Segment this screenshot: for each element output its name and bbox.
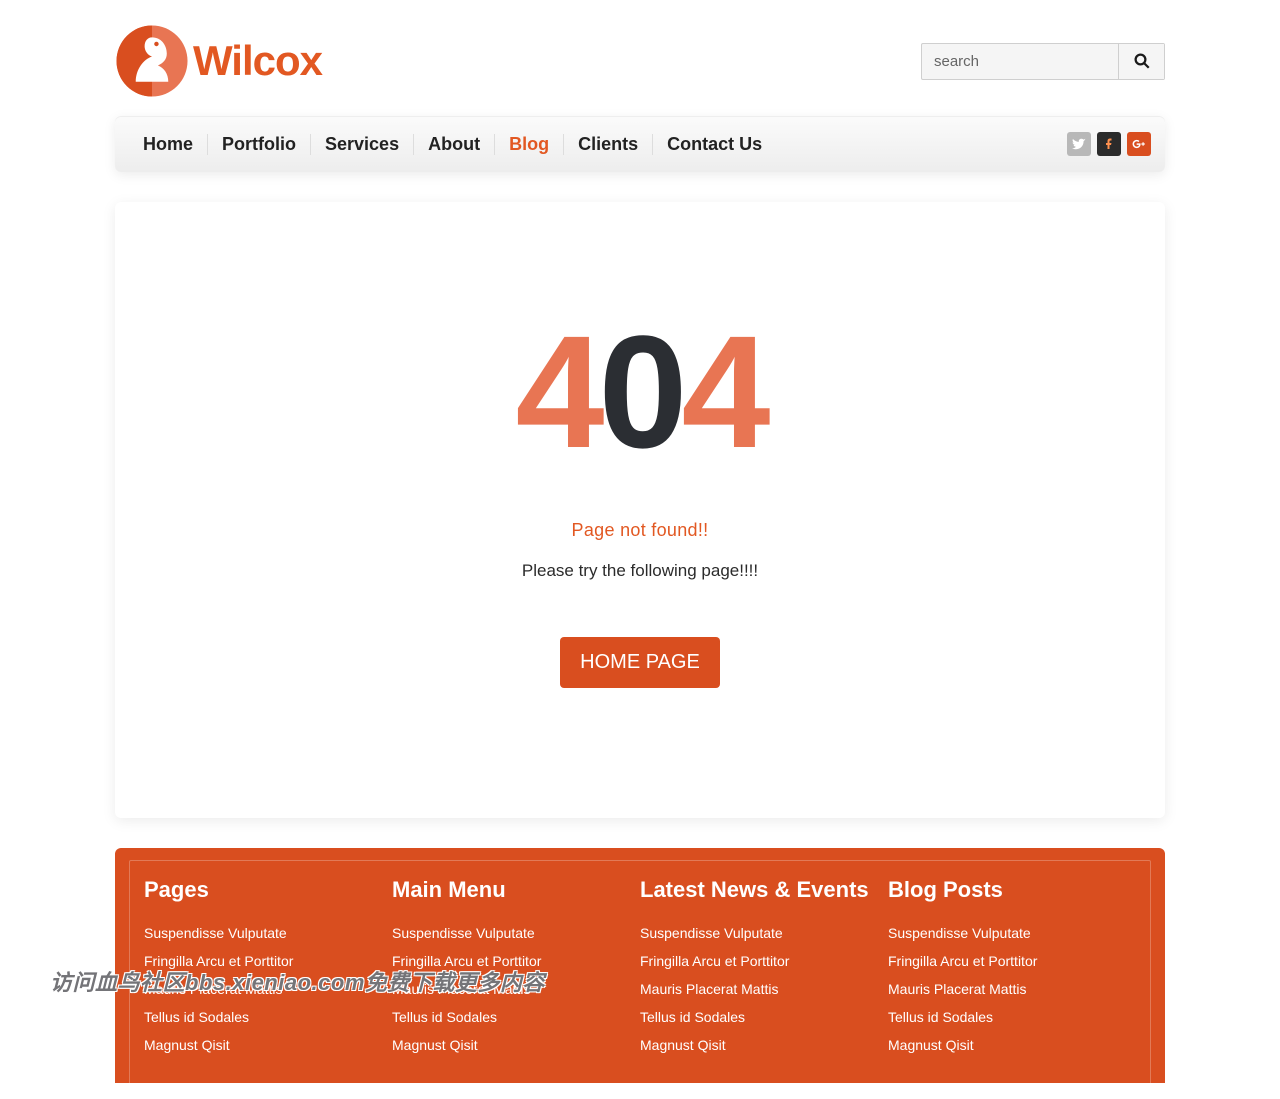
search-button[interactable]: [1118, 44, 1164, 79]
footer-link-item: Suspendisse Vulputate: [640, 925, 888, 943]
footer-col-main-menu: Main Menu Suspendisse Vulputate Fringilla …: [392, 877, 640, 1065]
footer-link-item: Magnust Qisit: [640, 1037, 888, 1055]
footer-link-item: Tellus id Sodales: [392, 1009, 640, 1027]
social-links: [1067, 132, 1151, 156]
navbar: Home Portfolio Services About Blog Clients Con…: [115, 116, 1165, 172]
try-text: Please try the following page!!!!: [155, 561, 1125, 581]
nav-list: Home Portfolio Services About Blog Clients Con…: [129, 134, 776, 155]
footer-link-list: Suspendisse Vulputate Fringilla Arcu et P…: [640, 925, 888, 1055]
nav-link[interactable]: Contact Us: [667, 134, 762, 154]
footer: Pages Suspendisse Vulputate Fringilla Arcu…: [115, 848, 1165, 1083]
footer-link[interactable]: Tellus id Sodales: [640, 1009, 745, 1025]
nav-item-blog[interactable]: Blog: [495, 134, 564, 155]
nav-item-home[interactable]: Home: [129, 134, 208, 155]
footer-col-title: Blog Posts: [888, 877, 1136, 903]
nav-item-contact-us[interactable]: Contact Us: [653, 134, 776, 155]
footer-col-title: Pages: [144, 877, 392, 903]
footer-columns: Pages Suspendisse Vulputate Fringilla Arcu…: [130, 877, 1150, 1065]
footer-link[interactable]: Suspendisse Vulputate: [640, 925, 783, 941]
footer-link-item: Tellus id Sodales: [144, 1009, 392, 1027]
footer-col-blog-posts: Blog Posts Suspendisse Vulputate Fringilla…: [888, 877, 1136, 1065]
footer-link-item: Magnust Qisit: [392, 1037, 640, 1055]
nav-link[interactable]: Portfolio: [222, 134, 296, 154]
footer-link[interactable]: Tellus id Sodales: [888, 1009, 993, 1025]
error-panel: 404 Page not found!! Please try the foll…: [115, 202, 1165, 818]
footer-link-item: Mauris Placerat Mattis: [144, 981, 392, 999]
logo[interactable]: Wilcox: [115, 24, 322, 98]
footer-link-item: Mauris Placerat Mattis: [392, 981, 640, 999]
nav-item-about[interactable]: About: [414, 134, 495, 155]
digit-4b: 4: [681, 302, 764, 481]
footer-link-item: Fringilla Arcu et Porttitor: [144, 953, 392, 971]
footer-link[interactable]: Fringilla Arcu et Porttitor: [392, 953, 541, 969]
footer-link[interactable]: Suspendisse Vulputate: [888, 925, 1031, 941]
footer-link-item: Magnust Qisit: [144, 1037, 392, 1055]
facebook-icon[interactable]: [1097, 132, 1121, 156]
footer-link[interactable]: Tellus id Sodales: [392, 1009, 497, 1025]
nav-item-portfolio[interactable]: Portfolio: [208, 134, 311, 155]
nav-link[interactable]: Home: [143, 134, 193, 154]
footer-link-item: Suspendisse Vulputate: [888, 925, 1136, 943]
header: Wilcox: [115, 0, 1165, 116]
footer-col-pages: Pages Suspendisse Vulputate Fringilla Arcu…: [144, 877, 392, 1065]
footer-link[interactable]: Suspendisse Vulputate: [144, 925, 287, 941]
home-page-button[interactable]: HOME PAGE: [560, 637, 720, 688]
footer-link-item: Mauris Placerat Mattis: [640, 981, 888, 999]
footer-link[interactable]: Fringilla Arcu et Porttitor: [144, 953, 293, 969]
footer-link-list: Suspendisse Vulputate Fringilla Arcu et P…: [144, 925, 392, 1055]
nav-item-services[interactable]: Services: [311, 134, 414, 155]
footer-link[interactable]: Mauris Placerat Mattis: [640, 981, 778, 997]
error-code: 404: [155, 312, 1125, 472]
brand-name: Wilcox: [193, 37, 322, 85]
footer-link[interactable]: Mauris Placerat Mattis: [888, 981, 1026, 997]
logo-icon: [115, 24, 189, 98]
footer-link-item: Suspendisse Vulputate: [144, 925, 392, 943]
footer-link[interactable]: Fringilla Arcu et Porttitor: [888, 953, 1037, 969]
footer-link[interactable]: Tellus id Sodales: [144, 1009, 249, 1025]
footer-link-list: Suspendisse Vulputate Fringilla Arcu et P…: [888, 925, 1136, 1055]
gplus-icon[interactable]: [1127, 132, 1151, 156]
footer-col-title: Latest News & Events: [640, 877, 888, 903]
footer-link[interactable]: Mauris Placerat Mattis: [392, 981, 530, 997]
nav-link[interactable]: Blog: [509, 134, 549, 154]
footer-link-item: Suspendisse Vulputate: [392, 925, 640, 943]
footer-link[interactable]: Magnust Qisit: [144, 1037, 230, 1053]
twitter-icon[interactable]: [1067, 132, 1091, 156]
footer-link[interactable]: Suspendisse Vulputate: [392, 925, 535, 941]
footer-link[interactable]: Mauris Placerat Mattis: [144, 981, 282, 997]
digit-4a: 4: [516, 302, 599, 481]
nav-item-clients[interactable]: Clients: [564, 134, 653, 155]
footer-col-latest-news-events: Latest News & Events Suspendisse Vulputat…: [640, 877, 888, 1065]
footer-col-title: Main Menu: [392, 877, 640, 903]
nav-link[interactable]: Clients: [578, 134, 638, 154]
footer-link-item: Tellus id Sodales: [640, 1009, 888, 1027]
nav-link[interactable]: About: [428, 134, 480, 154]
digit-0: 0: [599, 302, 682, 481]
footer-link[interactable]: Magnust Qisit: [640, 1037, 726, 1053]
footer-link-item: Fringilla Arcu et Porttitor: [392, 953, 640, 971]
nav-link[interactable]: Services: [325, 134, 399, 154]
footer-link-list: Suspendisse Vulputate Fringilla Arcu et P…: [392, 925, 640, 1055]
footer-link-item: Mauris Placerat Mattis: [888, 981, 1136, 999]
footer-link-item: Fringilla Arcu et Porttitor: [640, 953, 888, 971]
footer-link-item: Magnust Qisit: [888, 1037, 1136, 1055]
not-found-text: Page not found!!: [155, 520, 1125, 541]
footer-link[interactable]: Fringilla Arcu et Porttitor: [640, 953, 789, 969]
footer-link-item: Fringilla Arcu et Porttitor: [888, 953, 1136, 971]
footer-link[interactable]: Magnust Qisit: [888, 1037, 974, 1053]
search-input[interactable]: [922, 44, 1118, 79]
search-icon: [1133, 52, 1151, 70]
footer-link[interactable]: Magnust Qisit: [392, 1037, 478, 1053]
search-form: [921, 43, 1165, 80]
footer-link-item: Tellus id Sodales: [888, 1009, 1136, 1027]
